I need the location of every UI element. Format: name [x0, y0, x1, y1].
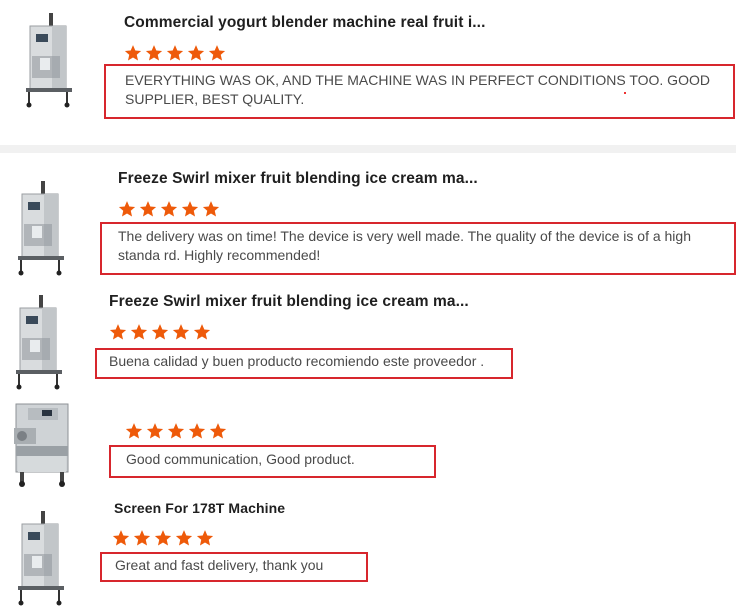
star-icon	[124, 44, 142, 62]
star-icon	[154, 529, 172, 547]
star-icon	[193, 323, 211, 341]
star-icon	[202, 200, 220, 218]
rating-stars	[112, 529, 214, 547]
star-icon	[208, 44, 226, 62]
star-icon	[160, 200, 178, 218]
review-item: Good communication, Good product.	[0, 392, 736, 496]
star-icon	[109, 323, 127, 341]
star-icon	[151, 323, 169, 341]
star-icon	[145, 44, 163, 62]
star-icon	[130, 323, 148, 341]
review-comment: Buena calidad y buen producto recomiendo…	[109, 353, 485, 369]
rating-stars	[109, 323, 211, 341]
product-title[interactable]: Freeze Swirl mixer fruit blending ice cr…	[118, 170, 478, 188]
review-comment: EVERYTHING WAS OK, AND THE MACHINE WAS I…	[125, 72, 710, 107]
batch-freezer-icon[interactable]	[10, 398, 76, 490]
star-icon	[188, 422, 206, 440]
star-icon	[112, 529, 130, 547]
review-comment: Good communication, Good product.	[126, 451, 355, 467]
marker-dot	[624, 92, 626, 94]
review-item: Commercial yogurt blender machine real f…	[0, 0, 736, 145]
blender-machine-icon[interactable]	[14, 180, 76, 276]
star-icon	[181, 200, 199, 218]
star-icon	[166, 44, 184, 62]
review-comment: Great and fast delivery, thank you	[115, 557, 324, 573]
review-item: Freeze Swirl mixer fruit blending ice cr…	[0, 286, 736, 390]
star-icon	[125, 422, 143, 440]
product-title[interactable]: Commercial yogurt blender machine real f…	[124, 14, 486, 32]
review-item: Screen For 178T Machine Great and fast d…	[0, 496, 736, 616]
review-comment: The delivery was on time! The device is …	[118, 228, 691, 263]
product-title[interactable]: Screen For 178T Machine	[114, 500, 285, 516]
section-divider	[0, 145, 736, 153]
rating-stars	[125, 422, 227, 440]
review-item: Freeze Swirl mixer fruit blending ice cr…	[0, 160, 736, 286]
star-icon	[118, 200, 136, 218]
blender-machine-icon[interactable]	[22, 12, 84, 108]
rating-stars	[124, 44, 226, 62]
blender-machine-icon[interactable]	[14, 510, 76, 606]
star-icon	[139, 200, 157, 218]
star-icon	[187, 44, 205, 62]
star-icon	[175, 529, 193, 547]
star-icon	[172, 323, 190, 341]
star-icon	[209, 422, 227, 440]
star-icon	[146, 422, 164, 440]
star-icon	[196, 529, 214, 547]
product-title[interactable]: Freeze Swirl mixer fruit blending ice cr…	[109, 293, 469, 311]
blender-machine-icon[interactable]	[12, 294, 74, 390]
star-icon	[133, 529, 151, 547]
star-icon	[167, 422, 185, 440]
rating-stars	[118, 200, 220, 218]
